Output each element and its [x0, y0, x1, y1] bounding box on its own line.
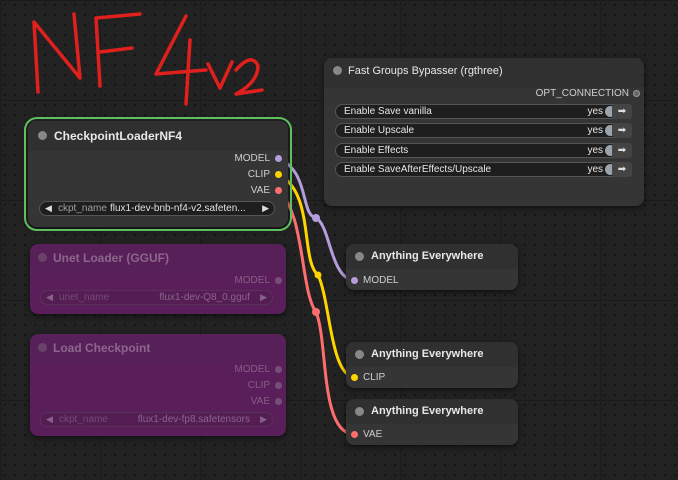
load-checkpoint-node[interactable]: Load Checkpoint MODEL CLIP VAE ◀ ckpt_na… [30, 334, 286, 436]
toggle-value: yes [587, 125, 603, 136]
toggle-label: Enable Save vanilla [344, 106, 432, 117]
collapse-dot-icon[interactable] [355, 350, 364, 359]
unet-loader-gguf-node[interactable]: Unet Loader (GGUF) MODEL ◀ unet_name flu… [30, 244, 286, 314]
combo-value: flux1-dev-bnb-nf4-v2.safeten... [110, 203, 246, 214]
node-title: CheckpointLoaderNF4 [54, 129, 183, 143]
node-title: Unet Loader (GGUF) [53, 251, 169, 265]
handwritten-annotation [32, 12, 264, 106]
output-slot-clip[interactable] [275, 382, 282, 389]
go-to-group-button[interactable]: ➡ [612, 123, 632, 138]
output-label-opt-connection: OPT_CONNECTION [535, 88, 629, 99]
fast-groups-bypasser-node[interactable]: Fast Groups Bypasser (rgthree) OPT_CONNE… [324, 58, 644, 206]
combo-name: ckpt_name [59, 414, 108, 425]
input-label-vae: VAE [363, 429, 383, 440]
checkpoint-loader-nf4-node[interactable]: CheckpointLoaderNF4 MODEL CLIP VAE ◀ ckp… [24, 117, 292, 231]
node-title: Fast Groups Bypasser (rgthree) [348, 65, 503, 77]
toggle-value: yes [587, 164, 603, 175]
node-title: Anything Everywhere [371, 250, 484, 262]
output-slot-model[interactable] [275, 366, 282, 373]
combo-prev-arrow-icon[interactable]: ◀ [46, 292, 53, 303]
go-to-group-button[interactable]: ➡ [612, 162, 632, 177]
anything-everywhere-clip-node[interactable]: Anything Everywhere CLIP [346, 342, 518, 388]
anything-everywhere-vae-node[interactable]: Anything Everywhere VAE [346, 399, 518, 445]
arrow-right-icon: ➡ [617, 125, 627, 136]
unet-name-combo[interactable]: ◀ unet_name flux1-dev-Q8_0.gguf ▶ [40, 290, 273, 305]
anything-everywhere-model-node[interactable]: Anything Everywhere MODEL [346, 244, 518, 290]
node-title: Anything Everywhere [371, 348, 484, 360]
combo-name: ckpt_name [58, 203, 107, 214]
toggle-effects[interactable]: Enable Effects yes [335, 143, 631, 158]
collapse-dot-icon[interactable] [355, 407, 364, 416]
input-slot-vae[interactable] [351, 431, 358, 438]
node-title: Load Checkpoint [53, 341, 151, 355]
output-label-model: MODEL [234, 364, 270, 375]
toggle-label: Enable Effects [344, 145, 409, 156]
combo-prev-arrow-icon[interactable]: ◀ [45, 203, 52, 214]
collapse-dot-icon[interactable] [38, 253, 47, 262]
arrow-right-icon: ➡ [617, 145, 627, 156]
node-title: Anything Everywhere [371, 405, 484, 417]
output-slot-clip[interactable] [275, 171, 282, 178]
output-label-clip: CLIP [247, 169, 270, 180]
toggle-label: Enable SaveAfterEffects/Upscale [344, 164, 492, 175]
combo-next-arrow-icon[interactable]: ▶ [260, 414, 267, 425]
combo-prev-arrow-icon[interactable]: ◀ [46, 414, 53, 425]
input-label-model: MODEL [363, 275, 399, 286]
collapse-dot-icon[interactable] [38, 131, 47, 140]
toggle-value: yes [587, 145, 603, 156]
combo-name: unet_name [59, 292, 110, 303]
output-slot-model[interactable] [275, 155, 282, 162]
go-to-group-button[interactable]: ➡ [612, 104, 632, 119]
output-slot-vae[interactable] [275, 187, 282, 194]
input-label-clip: CLIP [363, 372, 386, 383]
combo-next-arrow-icon[interactable]: ▶ [260, 292, 267, 303]
output-slot-model[interactable] [275, 277, 282, 284]
ckpt-name-combo[interactable]: ◀ ckpt_name flux1-dev-fp8.safetensors ▶ [40, 412, 273, 427]
arrow-right-icon: ➡ [617, 164, 627, 175]
toggle-upscale[interactable]: Enable Upscale yes [335, 123, 631, 138]
toggle-value: yes [587, 106, 603, 117]
output-label-model: MODEL [234, 275, 270, 286]
toggle-label: Enable Upscale [344, 125, 415, 136]
go-to-group-button[interactable]: ➡ [612, 143, 632, 158]
toggle-save-vanilla[interactable]: Enable Save vanilla yes [335, 104, 631, 119]
collapse-dot-icon[interactable] [38, 343, 47, 352]
output-label-vae: VAE [250, 185, 270, 196]
output-slot-opt-connection[interactable] [633, 90, 640, 97]
collapse-dot-icon[interactable] [355, 252, 364, 261]
combo-value: flux1-dev-Q8_0.gguf [159, 292, 250, 303]
combo-value: flux1-dev-fp8.safetensors [137, 414, 250, 425]
ckpt-name-combo[interactable]: ◀ ckpt_name flux1-dev-bnb-nf4-v2.safeten… [39, 201, 275, 216]
vae-wire [276, 188, 353, 436]
output-label-model: MODEL [234, 153, 270, 164]
arrow-right-icon: ➡ [617, 106, 627, 117]
output-slot-vae[interactable] [275, 398, 282, 405]
input-slot-clip[interactable] [351, 374, 358, 381]
toggle-save-after-effects-upscale[interactable]: Enable SaveAfterEffects/Upscale yes [335, 162, 631, 177]
collapse-dot-icon[interactable] [333, 66, 342, 75]
output-label-vae: VAE [250, 396, 270, 407]
input-slot-model[interactable] [351, 277, 358, 284]
output-label-clip: CLIP [247, 380, 270, 391]
combo-next-arrow-icon[interactable]: ▶ [262, 203, 269, 214]
